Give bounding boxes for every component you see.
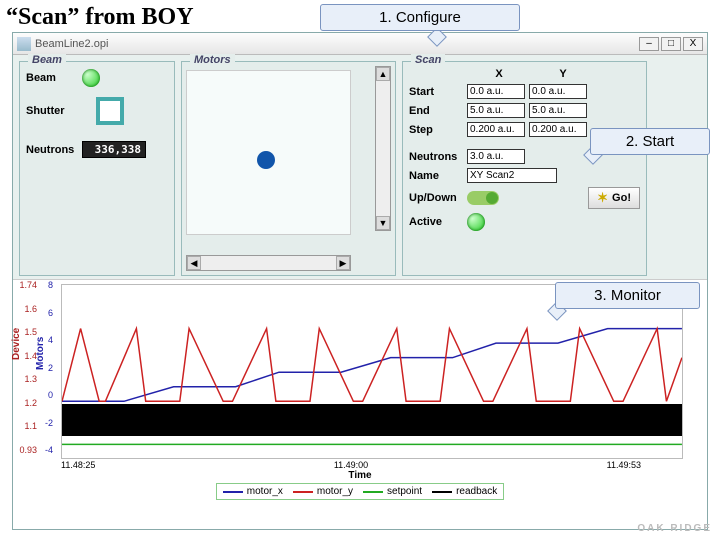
window-title: BeamLine2.opi (35, 38, 639, 50)
scan-legend: Scan (411, 54, 445, 66)
chart-plot-area (61, 284, 683, 459)
step-x-input[interactable] (467, 122, 525, 137)
start-label: Start (409, 86, 467, 98)
scan-name-input[interactable] (467, 168, 557, 183)
scan-col-y: Y (531, 68, 595, 80)
window-icon (17, 37, 31, 51)
y2-axis-ticks: 86420-2-4 (39, 280, 53, 455)
start-y-input[interactable] (529, 84, 587, 99)
x-axis-ticks: 11.48:2511.49:0011.49:53 (19, 460, 641, 470)
scan-panel: Scan X Y Start End Step Ne (402, 61, 647, 276)
active-led-icon (467, 213, 485, 231)
go-button[interactable]: ✶ Go! (588, 187, 640, 209)
motors-xy-pad[interactable] (186, 70, 351, 235)
window-titlebar: BeamLine2.opi – □ X (13, 33, 707, 55)
neutrons-label: Neutrons (26, 144, 82, 156)
motors-vertical-scrollbar[interactable]: ▲ ▼ (375, 66, 391, 231)
callout-configure: 1. Configure (320, 4, 520, 31)
scan-col-x: X (467, 68, 531, 80)
beam-legend: Beam (28, 54, 66, 66)
step-label: Step (409, 124, 467, 136)
callout-monitor: 3. Monitor (555, 282, 700, 309)
scan-neutrons-label: Neutrons (409, 151, 467, 163)
x-axis-label: Time (19, 470, 701, 481)
end-x-input[interactable] (467, 103, 525, 118)
active-label: Active (409, 216, 467, 228)
motors-horizontal-scrollbar[interactable]: ◀ ▶ (186, 255, 351, 271)
updown-toggle[interactable] (467, 191, 499, 205)
beam-label: Beam (26, 72, 82, 84)
y1-axis-ticks: 1.741.61.51.41.31.21.10.93 (19, 280, 37, 455)
name-label: Name (409, 170, 467, 182)
motor-position-dot-icon (257, 151, 275, 169)
app-window: BeamLine2.opi – □ X Beam Beam Shutter Ne… (12, 32, 708, 530)
scroll-down-button[interactable]: ▼ (376, 216, 390, 230)
scroll-up-button[interactable]: ▲ (376, 67, 390, 81)
shutter-label: Shutter (26, 105, 82, 117)
slide-title: “Scan” from BOY (6, 4, 194, 31)
chart-legend: motor_xmotor_ysetpointreadback (216, 483, 504, 500)
updown-label: Up/Down (409, 192, 467, 204)
end-y-input[interactable] (529, 103, 587, 118)
minimize-button[interactable]: – (639, 37, 659, 51)
step-y-input[interactable] (529, 122, 587, 137)
neutrons-value: 336,338 (82, 141, 146, 158)
motors-panel: Motors ▲ ▼ ◀ ▶ (181, 61, 396, 276)
callout-start: 2. Start (590, 128, 710, 155)
go-button-label: Go! (612, 192, 631, 204)
scroll-left-button[interactable]: ◀ (187, 256, 201, 270)
monitor-chart: Device Motors 1.741.61.51.41.31.21.10.93… (13, 279, 707, 529)
maximize-button[interactable]: □ (661, 37, 681, 51)
start-x-input[interactable] (467, 84, 525, 99)
oakridge-logo: OAK RIDGE (637, 523, 712, 534)
scan-neutrons-input[interactable] (467, 149, 525, 164)
star-icon: ✶ (597, 190, 608, 206)
close-button[interactable]: X (683, 37, 703, 51)
motors-legend: Motors (190, 54, 235, 66)
shutter-toggle[interactable] (96, 97, 124, 125)
beam-panel: Beam Beam Shutter Neutrons 336,338 (19, 61, 175, 276)
end-label: End (409, 105, 467, 117)
beam-led-icon (82, 69, 100, 87)
scroll-right-button[interactable]: ▶ (336, 256, 350, 270)
